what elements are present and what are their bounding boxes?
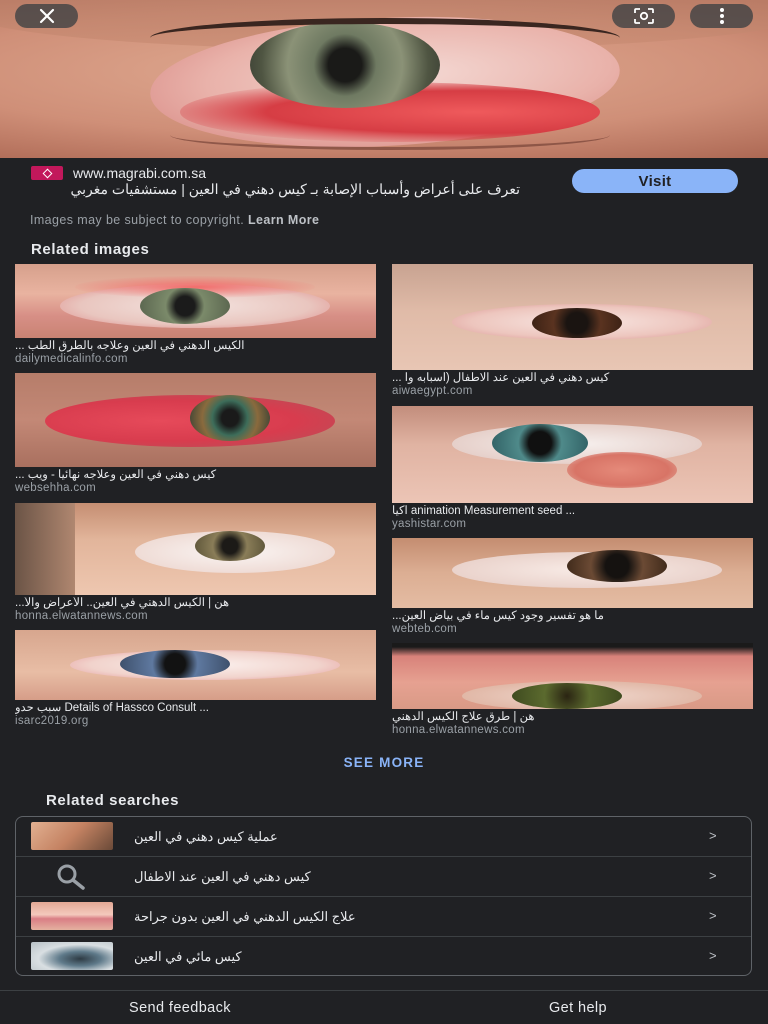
related-image-caption: ... Details of Hassco Consult سبب حدو	[15, 702, 209, 714]
related-searches-list: عملية كيس دهني في العين > كيس دهني في ال…	[15, 816, 752, 976]
related-search-thumb	[31, 822, 113, 850]
related-image-source: webteb.com	[392, 623, 458, 635]
more-options-button[interactable]	[690, 4, 753, 28]
source-domain[interactable]: www.magrabi.com.sa	[73, 165, 206, 181]
related-search-thumb	[31, 902, 113, 930]
chevron-right-icon: >	[709, 868, 717, 883]
related-image-card[interactable]: ... animation Measurement seed اكيا yash…	[392, 406, 753, 530]
related-image-source: dailymedicalinfo.com	[15, 353, 128, 365]
related-image-card[interactable]: كيس دهني في العين عند الاطفال (أسبابه وأ…	[392, 264, 753, 397]
related-search-item[interactable]: كيس مائي في العين >	[16, 937, 751, 975]
site-favicon-icon	[31, 166, 63, 180]
related-image-source: yashistar.com	[392, 518, 467, 530]
related-image-thumb[interactable]	[392, 264, 753, 370]
related-search-thumb	[31, 942, 113, 970]
related-image-thumb[interactable]	[15, 503, 376, 595]
send-feedback-link[interactable]: Send feedback	[129, 1000, 231, 1016]
related-image-card[interactable]: هن | طرق علاج الكيس الدهني honna.elwatan…	[392, 643, 753, 736]
hero-eyelashes	[150, 18, 620, 58]
related-image-caption: الكيس الدهني في العين وعلاجه بالطرق الطب…	[15, 340, 245, 352]
related-image-thumb[interactable]	[15, 264, 376, 338]
see-more-button[interactable]: SEE MORE	[0, 755, 768, 770]
related-search-item[interactable]: علاج الكيس الدهني في العين بدون جراحة >	[16, 897, 751, 937]
footer-divider	[0, 990, 768, 991]
source-title[interactable]: تعرف على أعراض وأسباب الإصابة بـ كيس دهن…	[30, 181, 520, 198]
related-image-caption: هن | الكيس الدهني في العين.. الأعراض وال…	[15, 597, 230, 609]
related-image-caption: ... animation Measurement seed اكيا	[392, 505, 576, 517]
more-vert-icon	[719, 8, 724, 24]
related-search-item[interactable]: عملية كيس دهني في العين >	[16, 817, 751, 857]
related-search-label: كيس دهني في العين عند الاطفال	[134, 869, 311, 884]
google-lens-icon	[633, 8, 654, 24]
related-image-caption: كيس دهني في العين وعلاجه نهائيا - ويب ..…	[15, 469, 217, 481]
search-icon	[57, 864, 85, 890]
hero-lower-lashes	[170, 120, 610, 150]
close-button[interactable]	[15, 4, 78, 28]
related-image-caption: ما هو تفسير وجود كيس ماء في بياض العين..…	[392, 610, 604, 622]
related-search-item[interactable]: كيس دهني في العين عند الاطفال >	[16, 857, 751, 897]
related-image-source: aiwaegypt.com	[392, 385, 473, 397]
copyright-text: Images may be subject to copyright.	[30, 213, 245, 227]
related-image-card[interactable]: ... Details of Hassco Consult سبب حدو is…	[15, 630, 376, 727]
related-images-title: Related images	[31, 241, 150, 258]
related-image-card[interactable]: كيس دهني في العين وعلاجه نهائيا - ويب ..…	[15, 373, 376, 494]
related-image-thumb[interactable]	[15, 373, 376, 467]
related-image-thumb[interactable]	[392, 643, 753, 709]
related-image-thumb[interactable]	[392, 406, 753, 503]
chevron-right-icon: >	[709, 908, 717, 923]
learn-more-link[interactable]: Learn More	[248, 213, 319, 227]
related-image-card[interactable]: ما هو تفسير وجود كيس ماء في بياض العين..…	[392, 538, 753, 635]
related-image-caption: هن | طرق علاج الكيس الدهني	[392, 711, 535, 723]
related-image-source: honna.elwatannews.com	[15, 610, 148, 622]
visit-button[interactable]: Visit	[572, 169, 738, 193]
related-image-source: honna.elwatannews.com	[392, 724, 525, 736]
related-search-label: عملية كيس دهني في العين	[134, 829, 278, 844]
related-image-card[interactable]: الكيس الدهني في العين وعلاجه بالطرق الطب…	[15, 264, 376, 365]
related-image-thumb[interactable]	[15, 630, 376, 700]
related-search-label: علاج الكيس الدهني في العين بدون جراحة	[134, 909, 356, 924]
close-icon	[39, 8, 54, 24]
copyright-notice: Images may be subject to copyright. Lear…	[30, 213, 319, 227]
related-search-label: كيس مائي في العين	[134, 949, 242, 964]
related-image-source: isarc2019.org	[15, 715, 89, 727]
related-image-card[interactable]: هن | الكيس الدهني في العين.. الأعراض وال…	[15, 503, 376, 622]
related-searches-title: Related searches	[46, 792, 180, 809]
get-help-link[interactable]: Get help	[549, 1000, 607, 1016]
related-image-caption: كيس دهني في العين عند الاطفال (أسبابه وأ…	[392, 372, 610, 384]
related-image-thumb[interactable]	[392, 538, 753, 608]
chevron-right-icon: >	[709, 948, 717, 963]
related-image-source: websehha.com	[15, 482, 96, 494]
google-lens-button[interactable]	[612, 4, 675, 28]
chevron-right-icon: >	[709, 828, 717, 843]
